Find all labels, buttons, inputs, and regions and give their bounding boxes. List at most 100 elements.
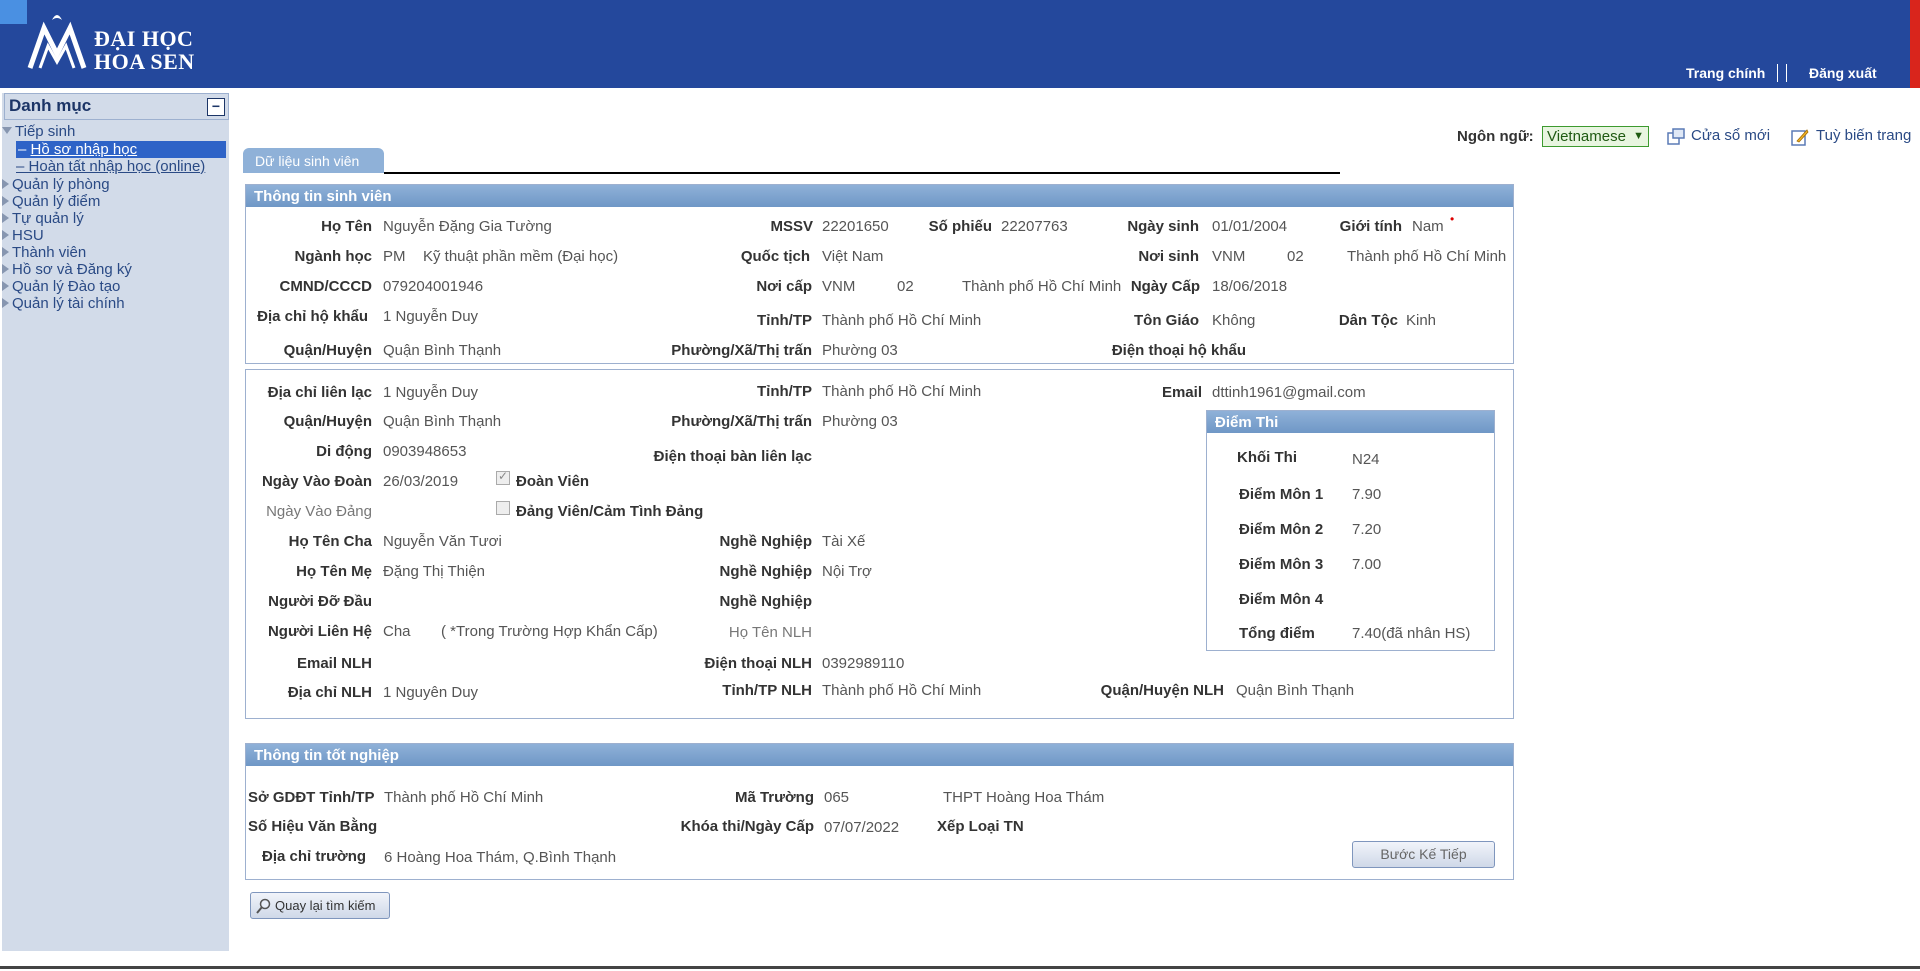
tab-du-lieu-sinh-vien[interactable]: Dữ liệu sinh viên bbox=[243, 148, 384, 173]
collapsed-icon bbox=[2, 213, 9, 223]
tong-value: 7.40(đã nhân HS) bbox=[1352, 625, 1471, 642]
logo-line-2: HOA SEN bbox=[94, 49, 195, 74]
dia-chi-truong-value: 6 Hoàng Hoa Thám, Q.Bình Thạnh bbox=[384, 849, 617, 866]
ten-truong-value: THPT Hoàng Hoa Thám bbox=[943, 789, 1105, 806]
magnifier-icon bbox=[256, 898, 271, 914]
dia-chi-ll-value: 1 Nguyễn Duy bbox=[383, 384, 479, 401]
so-hieu-label: Số Hiệu Văn Bằng bbox=[248, 818, 378, 835]
khoa-thi-value: 07/07/2022 bbox=[824, 819, 900, 836]
dt-hk-label: Điện thoại hộ khẩu bbox=[1111, 342, 1246, 359]
ho-ten-value: Nguyễn Đặng Gia Tường bbox=[383, 218, 552, 235]
gioi-tinh-value: Nam bbox=[1412, 218, 1444, 235]
sidebar-item-quan-ly-dao-tao[interactable]: Quản lý Đào tạo bbox=[2, 278, 120, 295]
student-info-header: Thông tin sinh viên bbox=[246, 185, 1513, 207]
top-banner: ĐẠI HỌC HOA SEN Trang chính Đăng xuất bbox=[0, 0, 1920, 88]
ngay-cap-value: 18/06/2018 bbox=[1212, 278, 1288, 295]
exam-scores-header: Điểm Thi bbox=[1207, 411, 1494, 433]
expanded-icon bbox=[2, 127, 12, 134]
so-phieu-label: Số phiếu bbox=[928, 218, 992, 235]
sidebar-item-tu-quan-ly[interactable]: Tự quản lý bbox=[2, 210, 84, 227]
sidebar-item-ho-so-dang-ky[interactable]: Hồ sơ và Đăng ký bbox=[2, 261, 132, 278]
sidebar-title: Danh mục bbox=[9, 96, 92, 115]
cha-value: Nguyễn Văn Tươi bbox=[383, 533, 502, 550]
email-label: Email bbox=[1161, 384, 1202, 401]
contact-phuong-label: Phường/Xã/Thị trấn bbox=[671, 413, 812, 430]
tong-label: Tổng điểm bbox=[1239, 625, 1315, 642]
quan-label: Quận/Huyện bbox=[283, 342, 372, 359]
next-step-button[interactable]: Bước Kế Tiếp bbox=[1352, 841, 1495, 868]
mon3-value: 7.00 bbox=[1352, 556, 1382, 573]
noi-cap-code: VNM bbox=[822, 278, 856, 295]
new-window-icon[interactable] bbox=[1667, 128, 1685, 146]
sidebar-header: Danh mục − bbox=[4, 93, 229, 120]
hoa-sen-logo[interactable]: ĐẠI HỌC HOA SEN bbox=[26, 8, 204, 74]
mssv-value: 22201650 bbox=[822, 218, 889, 235]
dt-nlh-label: Điện thoại NLH bbox=[704, 655, 813, 672]
email-nlh-label: Email NLH bbox=[296, 655, 372, 672]
graduation-info-header: Thông tin tốt nghiệp bbox=[246, 744, 1513, 766]
me-label: Họ Tên Mẹ bbox=[296, 563, 372, 580]
nghe-me-label: Nghề Nghiệp bbox=[719, 563, 813, 580]
lotus-mountain-icon bbox=[27, 15, 87, 69]
back-to-search-button[interactable]: Quay lại tìm kiếm bbox=[250, 892, 390, 919]
contact-quan-label: Quận/Huyện bbox=[283, 413, 372, 430]
ma-truong-label: Mã Trường bbox=[734, 789, 814, 806]
mssv-label: MSSV bbox=[770, 218, 813, 235]
ngay-sinh-label: Ngày sinh bbox=[1127, 218, 1199, 235]
noi-cap-num: 02 bbox=[897, 278, 914, 295]
customize-page-icon[interactable] bbox=[1791, 128, 1809, 146]
tinh-value: Thành phố Hồ Chí Minh bbox=[822, 312, 982, 329]
new-window-link[interactable]: Cửa sổ mới bbox=[1691, 127, 1770, 144]
logout-link[interactable]: Đăng xuất bbox=[1809, 65, 1877, 81]
quan-value: Quận Bình Thạnh bbox=[383, 342, 502, 359]
sidebar-item-thanh-vien[interactable]: Thành viên bbox=[2, 244, 86, 261]
accent-bar bbox=[1910, 0, 1920, 88]
di-dong-value: 0903948653 bbox=[383, 443, 467, 460]
sidebar-item-hoan-tat-nhap-hoc[interactable]: – Hoàn tất nhập học (online) bbox=[16, 158, 205, 175]
ngay-sinh-value: 01/01/2004 bbox=[1212, 218, 1288, 235]
quan-nlh-value: Quận Bình Thạnh bbox=[1236, 682, 1355, 699]
email-value: dttinh1961@gmail.com bbox=[1212, 384, 1366, 401]
sidebar-item-quan-ly-diem[interactable]: Quản lý điểm bbox=[2, 193, 100, 210]
collapse-icon[interactable]: − bbox=[207, 98, 225, 116]
dia-chi-hk-value: 1 Nguyễn Duy bbox=[383, 308, 479, 325]
cmnd-label: CMND/CCCD bbox=[279, 278, 373, 295]
collapsed-icon bbox=[2, 247, 9, 257]
ngay-doan-value: 26/03/2019 bbox=[383, 473, 459, 490]
ngay-cap-label: Ngày Cấp bbox=[1130, 278, 1200, 295]
contact-tinh-label: Tỉnh/TP bbox=[757, 383, 812, 400]
so-gddt-value: Thành phố Hồ Chí Minh bbox=[384, 789, 544, 806]
sidebar-item-quan-ly-tai-chinh[interactable]: Quản lý tài chính bbox=[2, 295, 125, 312]
nganh-value: Kỹ thuật phần mềm (Đại học) bbox=[423, 248, 619, 265]
bottom-divider bbox=[0, 966, 1920, 969]
ton-giao-value: Không bbox=[1212, 312, 1256, 329]
nav-separator bbox=[1777, 64, 1778, 82]
tinh-label: Tỉnh/TP bbox=[757, 312, 812, 329]
mon1-label: Điểm Môn 1 bbox=[1239, 486, 1324, 503]
ho-ten-label: Họ Tên bbox=[321, 218, 372, 235]
dt-ban-label: Điện thoại bàn liên lạc bbox=[653, 448, 812, 465]
contact-phuong-value: Phường 03 bbox=[822, 413, 898, 430]
phuong-value: Phường 03 bbox=[822, 342, 898, 359]
mon2-value: 7.20 bbox=[1352, 521, 1382, 538]
doan-vien-checkbox[interactable] bbox=[496, 469, 510, 485]
collapsed-icon bbox=[2, 281, 9, 291]
language-select[interactable]: Vietnamese ▼ bbox=[1542, 126, 1649, 147]
mon1-value: 7.90 bbox=[1352, 486, 1382, 503]
sidebar-item-tiep-sinh[interactable]: Tiếp sinh bbox=[2, 123, 75, 140]
home-link[interactable]: Trang chính bbox=[1686, 65, 1765, 81]
sidebar-item-hsu[interactable]: HSU bbox=[2, 227, 44, 244]
contact-quan-value: Quận Bình Thạnh bbox=[383, 413, 502, 430]
sidebar-item-ho-so-nhap-hoc[interactable]: – Hồ sơ nhập học bbox=[16, 141, 226, 158]
dt-nlh-value: 0392989110 bbox=[822, 655, 905, 672]
customize-page-link[interactable]: Tuỳ biến trang bbox=[1816, 127, 1911, 144]
mon2-label: Điểm Môn 2 bbox=[1239, 521, 1324, 538]
quoc-tich-value: Việt Nam bbox=[822, 248, 884, 265]
student-info-box: Thông tin sinh viên bbox=[245, 184, 1514, 364]
nghe-me-value: Nội Trợ bbox=[822, 563, 872, 580]
sidebar-item-quan-ly-phong[interactable]: Quản lý phòng bbox=[2, 176, 110, 193]
dang-vien-checkbox[interactable] bbox=[496, 501, 510, 515]
doan-vien-label: Đoàn Viên bbox=[516, 473, 590, 490]
quan-nlh-label: Quận/Huyện NLH bbox=[1100, 682, 1224, 699]
do-dau-label: Người Đỡ Đầu bbox=[268, 593, 372, 610]
